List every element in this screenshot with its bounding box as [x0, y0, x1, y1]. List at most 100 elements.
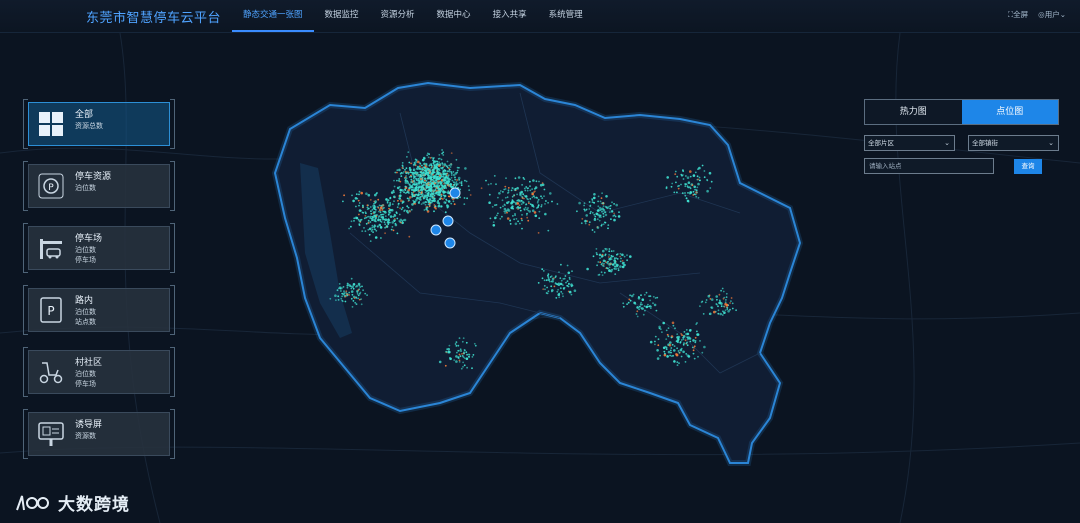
parking-point[interactable]: [346, 282, 349, 285]
parking-point[interactable]: [366, 294, 368, 296]
parking-point[interactable]: [438, 157, 441, 160]
parking-point[interactable]: [429, 195, 432, 198]
parking-point[interactable]: [546, 286, 548, 289]
parking-point[interactable]: [398, 197, 402, 200]
parking-point[interactable]: [531, 196, 534, 199]
parking-point[interactable]: [511, 187, 514, 190]
parking-point[interactable]: [602, 215, 605, 218]
parking-point[interactable]: [666, 176, 669, 179]
parking-point[interactable]: [593, 231, 596, 233]
parking-point[interactable]: [453, 203, 456, 206]
parking-point[interactable]: [515, 218, 518, 220]
parking-point[interactable]: [657, 344, 660, 347]
parking-point[interactable]: [685, 175, 687, 177]
parking-point[interactable]: [504, 212, 506, 214]
parking-point[interactable]: [583, 202, 586, 205]
parking-point[interactable]: [503, 210, 506, 213]
parking-point[interactable]: [404, 176, 407, 179]
parking-point[interactable]: [619, 265, 622, 268]
parking-point[interactable]: [404, 169, 406, 171]
parking-point[interactable]: [352, 287, 355, 290]
parking-point[interactable]: [519, 207, 521, 210]
parking-point[interactable]: [522, 193, 525, 196]
parking-point[interactable]: [381, 209, 383, 211]
parking-point[interactable]: [344, 300, 347, 303]
parking-point[interactable]: [529, 203, 532, 206]
parking-point[interactable]: [440, 158, 443, 161]
parking-point[interactable]: [444, 169, 447, 172]
parking-point[interactable]: [584, 222, 587, 225]
parking-point[interactable]: [596, 264, 598, 267]
parking-point[interactable]: [619, 252, 622, 255]
parking-point[interactable]: [435, 160, 438, 163]
parking-point[interactable]: [424, 179, 426, 182]
parking-point[interactable]: [338, 283, 341, 285]
parking-point[interactable]: [670, 185, 673, 188]
parking-point[interactable]: [684, 185, 687, 188]
parking-point[interactable]: [358, 223, 361, 226]
parking-point[interactable]: [420, 182, 423, 185]
parking-point[interactable]: [448, 344, 451, 347]
parking-point[interactable]: [518, 204, 521, 207]
parking-point[interactable]: [498, 192, 501, 195]
parking-point[interactable]: [354, 301, 357, 304]
parking-point[interactable]: [424, 194, 426, 197]
parking-point[interactable]: [364, 214, 367, 217]
parking-point[interactable]: [710, 306, 714, 310]
parking-point[interactable]: [702, 313, 705, 315]
parking-point[interactable]: [373, 211, 376, 214]
parking-point[interactable]: [423, 209, 426, 211]
parking-point[interactable]: [369, 240, 372, 243]
parking-point[interactable]: [612, 255, 615, 258]
parking-point[interactable]: [435, 166, 439, 170]
parking-point[interactable]: [527, 209, 530, 212]
parking-point[interactable]: [670, 336, 673, 339]
parking-point[interactable]: [450, 176, 453, 179]
parking-point[interactable]: [501, 199, 504, 202]
parking-point[interactable]: [465, 341, 468, 344]
parking-point[interactable]: [447, 184, 450, 187]
parking-point[interactable]: [592, 255, 595, 258]
parking-point[interactable]: [648, 305, 651, 308]
parking-point[interactable]: [352, 300, 355, 302]
parking-point[interactable]: [609, 204, 612, 207]
parking-point[interactable]: [636, 315, 639, 318]
parking-point[interactable]: [687, 181, 691, 184]
parking-point[interactable]: [527, 200, 530, 203]
parking-point[interactable]: [673, 345, 676, 347]
parking-point[interactable]: [455, 341, 458, 343]
parking-point[interactable]: [401, 189, 404, 192]
parking-point[interactable]: [488, 193, 491, 196]
nav-tab-access-share[interactable]: 接入共享: [482, 0, 538, 30]
parking-point[interactable]: [618, 211, 620, 214]
parking-point[interactable]: [337, 299, 340, 301]
parking-point[interactable]: [377, 206, 380, 209]
parking-point[interactable]: [494, 216, 497, 220]
parking-point[interactable]: [506, 217, 510, 220]
parking-point[interactable]: [499, 190, 502, 192]
parking-point[interactable]: [591, 229, 594, 231]
parking-point[interactable]: [717, 309, 720, 312]
parking-point[interactable]: [542, 270, 545, 272]
parking-point[interactable]: [429, 176, 432, 179]
parking-point[interactable]: [421, 176, 424, 179]
parking-point[interactable]: [608, 250, 611, 253]
parking-point[interactable]: [408, 199, 410, 202]
parking-point[interactable]: [429, 157, 432, 159]
parking-point[interactable]: [431, 192, 433, 195]
parking-point[interactable]: [429, 172, 431, 174]
parking-point[interactable]: [437, 189, 440, 192]
parking-point[interactable]: [571, 270, 573, 273]
parking-point[interactable]: [594, 217, 596, 220]
parking-point[interactable]: [492, 221, 495, 224]
parking-point[interactable]: [403, 191, 405, 194]
parking-point[interactable]: [394, 222, 397, 225]
parking-point[interactable]: [365, 192, 368, 195]
parking-point[interactable]: [458, 353, 461, 356]
parking-point[interactable]: [568, 290, 572, 294]
parking-point[interactable]: [458, 181, 461, 184]
parking-point[interactable]: [419, 198, 422, 201]
parking-point[interactable]: [355, 284, 359, 288]
parking-point[interactable]: [382, 216, 385, 219]
parking-point[interactable]: [599, 261, 602, 264]
